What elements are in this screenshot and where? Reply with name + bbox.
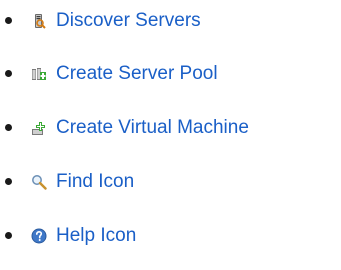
link-list: Discover Servers Create Server Pool Crea…: [0, 0, 341, 270]
discover-servers-link[interactable]: Discover Servers: [56, 10, 201, 32]
bullet: [5, 17, 12, 24]
bullet: [5, 70, 12, 77]
find-icon-link[interactable]: Find Icon: [56, 171, 134, 193]
find-icon: [32, 175, 47, 190]
bullet: [5, 124, 12, 131]
create-virtual-machine-icon: [32, 122, 45, 135]
help-icon-link[interactable]: Help Icon: [56, 225, 136, 247]
help-icon: [31, 228, 47, 244]
bullet: [5, 232, 12, 239]
create-server-pool-icon: [32, 68, 46, 80]
create-server-pool-link[interactable]: Create Server Pool: [56, 63, 218, 85]
discover-servers-icon: [35, 14, 46, 29]
create-virtual-machine-link[interactable]: Create Virtual Machine: [56, 117, 249, 139]
bullet: [5, 178, 12, 185]
